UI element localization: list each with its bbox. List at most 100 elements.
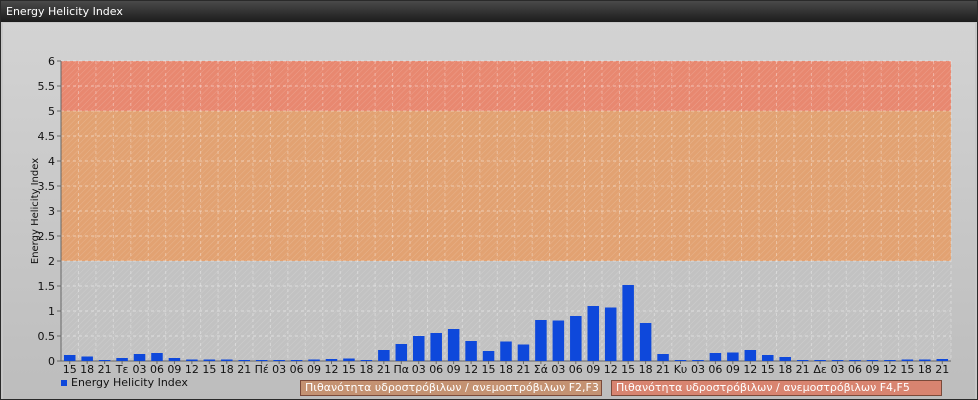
y-tick-label: 1	[48, 305, 55, 318]
x-tick-label: 18	[918, 363, 932, 376]
bar	[273, 360, 285, 361]
bar	[430, 333, 442, 361]
bar	[447, 329, 460, 361]
bar	[622, 285, 634, 361]
bar	[343, 358, 355, 361]
x-tick-label: 12	[185, 363, 199, 376]
x-tick-label: 06	[150, 363, 164, 376]
y-tick-label: 6	[48, 55, 55, 68]
legend-series-label: Energy Helicity Index	[71, 376, 188, 389]
x-tick-label: 15	[621, 363, 635, 376]
x-tick-label: 09	[167, 363, 181, 376]
bar	[151, 353, 163, 361]
bar	[308, 359, 320, 361]
x-tick-label: 03	[133, 363, 147, 376]
bar	[98, 360, 111, 361]
x-tick-label: 18	[778, 363, 792, 376]
bar	[936, 359, 949, 361]
x-tick-label: 21	[98, 363, 112, 376]
x-tick-label: 21	[656, 363, 670, 376]
bar	[535, 320, 547, 361]
y-tick-label: 5	[48, 105, 55, 118]
bar	[238, 360, 250, 361]
bar	[919, 359, 931, 361]
x-tick-label: Σά	[534, 363, 548, 376]
legend: Energy Helicity Index	[61, 376, 188, 389]
x-tick-label: Κυ	[674, 363, 688, 376]
bar	[814, 360, 826, 361]
bar	[378, 350, 390, 361]
bar	[587, 306, 600, 361]
x-tick-label: 21	[377, 363, 391, 376]
bar	[517, 344, 530, 361]
y-tick-label: 1.5	[38, 280, 56, 293]
bar	[395, 344, 408, 361]
x-tick-label: 06	[290, 363, 304, 376]
bar	[674, 360, 687, 361]
bar	[744, 350, 757, 361]
y-tick-label: 2	[48, 255, 55, 268]
x-tick-label: 09	[307, 363, 321, 376]
bar	[657, 354, 669, 361]
ehi-chart: 00.511.522.533.544.555.56Energy Helicity…	[30, 55, 952, 376]
x-tick-label: 21	[935, 363, 949, 376]
y-tick-label: 0	[48, 355, 55, 368]
bar	[692, 360, 704, 361]
x-tick-label: 03	[272, 363, 286, 376]
x-tick-label: 06	[848, 363, 862, 376]
y-tick-label: 4.5	[38, 130, 56, 143]
y-tick-label: 5.5	[38, 80, 56, 93]
bar	[360, 360, 373, 361]
bar	[116, 358, 128, 361]
bar	[412, 336, 425, 361]
bar	[552, 320, 565, 361]
bar	[255, 360, 268, 361]
bar	[796, 360, 809, 361]
x-tick-label: 18	[359, 363, 373, 376]
x-tick-label: 15	[482, 363, 496, 376]
bar	[168, 358, 181, 361]
x-tick-label: 15	[900, 363, 914, 376]
bar	[465, 341, 477, 361]
x-tick-label: 15	[63, 363, 77, 376]
x-tick-label: 15	[202, 363, 216, 376]
bar	[325, 359, 338, 361]
bar	[901, 359, 914, 361]
bar	[779, 357, 791, 361]
x-tick-label: 21	[796, 363, 810, 376]
x-tick-label: Τε	[115, 363, 129, 376]
x-tick-label: 06	[429, 363, 443, 376]
legend-zone-f2f3: Πιθανότητα υδροστρόβιλων / ανεμοστρόβιλω…	[300, 380, 602, 396]
bar	[604, 307, 617, 361]
x-tick-label: 21	[237, 363, 251, 376]
bar	[884, 360, 896, 361]
x-tick-label: 12	[883, 363, 897, 376]
x-tick-label: 03	[412, 363, 426, 376]
bar	[133, 354, 146, 361]
x-tick-label: 12	[464, 363, 478, 376]
x-tick-label: 03	[551, 363, 565, 376]
bar	[482, 351, 495, 361]
bar	[866, 360, 879, 361]
bar	[709, 353, 722, 361]
bar	[81, 356, 93, 361]
y-tick-label: 4	[48, 155, 55, 168]
bar	[221, 359, 233, 361]
x-tick-label: 09	[865, 363, 879, 376]
y-tick-label: 0.5	[38, 330, 56, 343]
x-tick-label: 18	[220, 363, 234, 376]
x-tick-label: 12	[604, 363, 618, 376]
x-tick-label: Πα	[394, 363, 410, 376]
x-tick-label: 09	[586, 363, 600, 376]
bar	[849, 360, 861, 361]
chart-window: Energy Helicity Index 0 0.5 1 1.5 2 2.5 3 3.5 4 4…	[0, 0, 978, 400]
x-tick-label: 12	[743, 363, 757, 376]
x-tick-label: 06	[708, 363, 722, 376]
x-tick-label: Δε	[813, 363, 827, 376]
x-tick-label: 18	[80, 363, 94, 376]
x-tick-label: 12	[324, 363, 338, 376]
x-tick-label: 21	[516, 363, 530, 376]
y-tick-label: 3	[48, 205, 55, 218]
x-tick-label: 03	[831, 363, 845, 376]
bar	[639, 323, 652, 361]
